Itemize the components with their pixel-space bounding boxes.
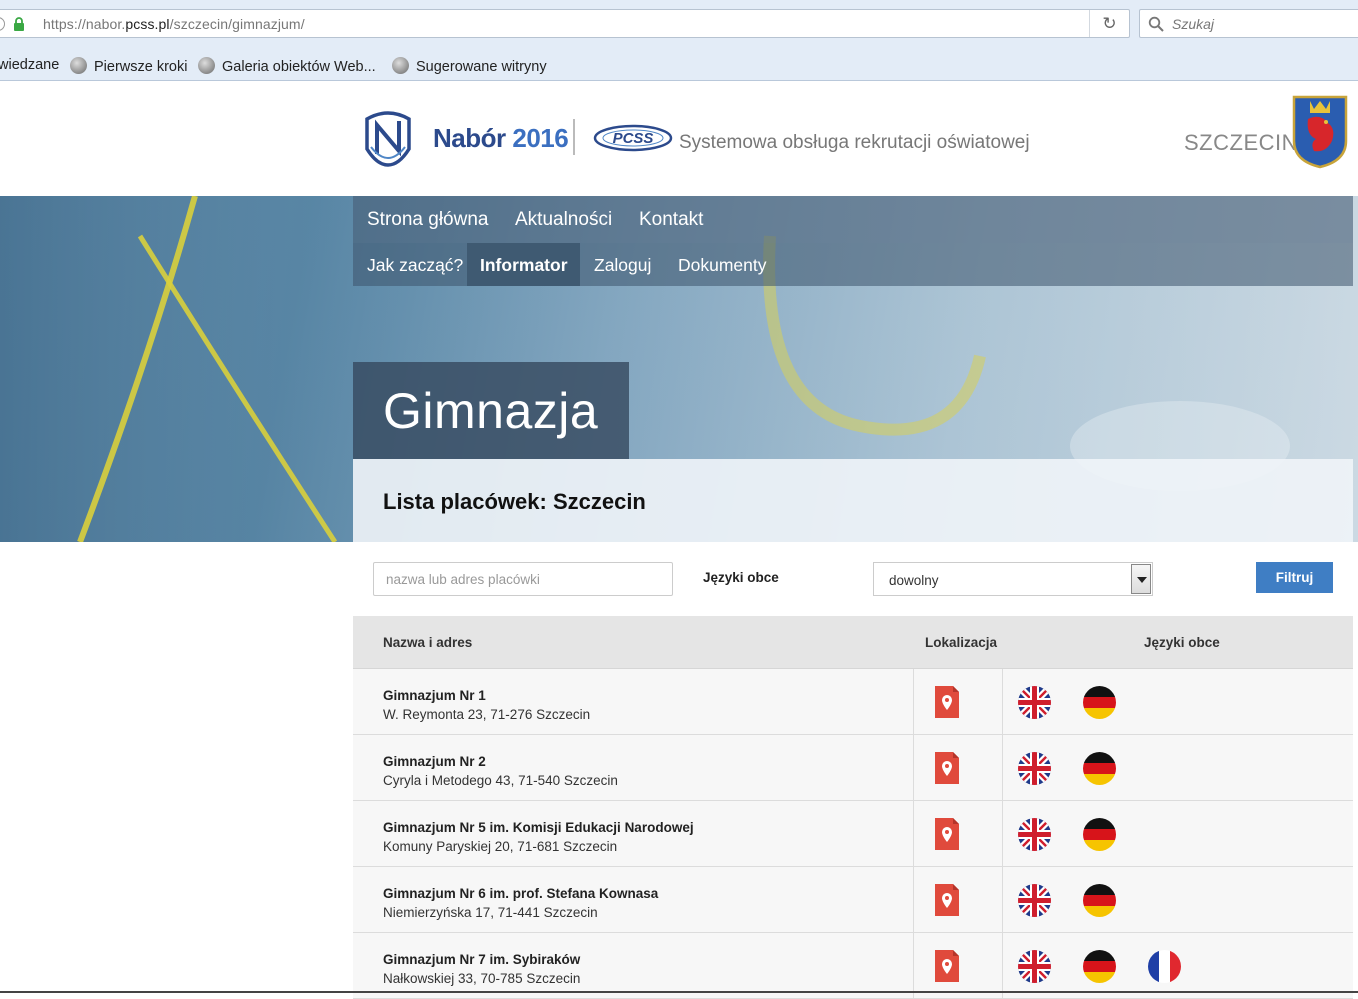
table-row[interactable]: Gimnazjum Nr 6 im. prof. Stefana Kownasa… [353, 867, 1353, 933]
nav-informator[interactable]: Informator [480, 255, 568, 276]
nav-contact[interactable]: Kontakt [639, 209, 703, 231]
school-cell: Gimnazjum Nr 1 W. Reymonta 23, 71-276 Sz… [383, 688, 590, 722]
column-languages: Języki obce [1144, 635, 1220, 650]
location-cell [913, 735, 1003, 800]
school-cell: Gimnazjum Nr 7 im. Sybiraków Nałkowskiej… [383, 952, 580, 986]
school-cell: Gimnazjum Nr 2 Cyryla i Metodego 43, 71-… [383, 754, 618, 788]
location-cell [913, 867, 1003, 932]
table-body: Gimnazjum Nr 1 W. Reymonta 23, 71-276 Sz… [353, 669, 1353, 999]
school-address: Komuny Paryskiej 20, 71-681 Szczecin [383, 839, 618, 854]
chevron-down-icon[interactable] [1131, 564, 1151, 594]
nav-news[interactable]: Aktualności [515, 209, 612, 231]
bookmark-first-steps[interactable]: Pierwsze kroki [70, 57, 187, 75]
map-marker-icon[interactable] [933, 684, 961, 720]
school-address: Cyryla i Metodego 43, 71-540 Szczecin [383, 773, 618, 788]
school-address: Nałkowskiej 33, 70-785 Szczecin [383, 971, 581, 986]
school-name[interactable]: Gimnazjum Nr 6 im. prof. Stefana Kownasa [383, 886, 658, 901]
browser-search-input[interactable]: Szukaj [1139, 9, 1358, 38]
school-cell: Gimnazjum Nr 5 im. Komisji Edukacji Naro… [383, 820, 694, 854]
table-row[interactable]: Gimnazjum Nr 5 im. Komisji Edukacji Naro… [353, 801, 1353, 867]
hero-banner: Strona główna Aktualności Kontakt Jak za… [0, 196, 1358, 542]
languages-select-value: dowolny [889, 573, 939, 588]
column-location: Lokalizacja [925, 635, 998, 650]
globe-icon [198, 57, 215, 74]
table-header: Nazwa i adres Lokalizacja Języki obce [353, 616, 1353, 669]
school-cell: Gimnazjum Nr 6 im. prof. Stefana Kownasa… [383, 886, 658, 920]
english-flag-icon [1018, 884, 1051, 917]
filter-button[interactable]: Filtruj [1256, 562, 1333, 593]
table-row[interactable]: Gimnazjum Nr 1 W. Reymonta 23, 71-276 Sz… [353, 669, 1353, 735]
pcss-logo-icon[interactable]: PCSS [592, 122, 674, 154]
location-cell [913, 933, 1003, 998]
sub-nav: Jak zacząć? Informator Zaloguj Dokumenty [353, 243, 1353, 286]
german-flag-icon [1083, 752, 1116, 785]
system-tagline: Systemowa obsługa rekrutacji oświatowej [679, 132, 1030, 153]
nav-home[interactable]: Strona główna [367, 209, 488, 231]
list-title: Lista placówek: Szczecin [383, 489, 646, 514]
school-name[interactable]: Gimnazjum Nr 5 im. Komisji Edukacji Naro… [383, 820, 694, 835]
list-title-box: Lista placówek: Szczecin [353, 459, 1353, 542]
site-info-icon[interactable] [0, 17, 5, 31]
table-row[interactable]: Gimnazjum Nr 7 im. Sybiraków Nałkowskiej… [353, 933, 1353, 999]
french-flag-icon [1148, 950, 1181, 983]
english-flag-icon [1018, 752, 1051, 785]
school-address: W. Reymonta 23, 71-276 Szczecin [383, 707, 591, 722]
map-marker-icon[interactable] [933, 816, 961, 852]
bookmark-suggested-sites[interactable]: Sugerowane witryny [392, 57, 547, 75]
german-flag-icon [1083, 818, 1116, 851]
school-name[interactable]: Gimnazjum Nr 2 [383, 754, 618, 769]
site-header: Nabór 2016 PCSS Systemowa obsługa rekrut… [0, 81, 1358, 196]
bookmark-web-gallery[interactable]: Galeria obiektów Web... [198, 57, 376, 75]
location-cell [913, 669, 1003, 734]
globe-icon [392, 57, 409, 74]
globe-icon [70, 57, 87, 74]
brand-title: Nabór 2016 [433, 123, 569, 153]
search-icon [1148, 16, 1164, 32]
main-nav: Strona główna Aktualności Kontakt [353, 196, 1353, 243]
school-address: Niemierzyńska 17, 71-441 Szczecin [383, 905, 598, 920]
english-flag-icon [1018, 686, 1051, 719]
languages-filter-label: Języki obce [703, 570, 779, 585]
page-title-box: Gimnazja [353, 362, 629, 459]
nabor-logo-icon[interactable] [363, 109, 413, 167]
address-bar[interactable]: https://nabor.pcss.pl/szczecin/gimnazjum… [0, 9, 1130, 38]
school-name[interactable]: Gimnazjum Nr 7 im. Sybiraków [383, 952, 580, 967]
city-name: SZCZECIN [1184, 130, 1298, 155]
column-name-address: Nazwa i adres [383, 635, 473, 650]
bookmark-most-visited[interactable]: wiedzane [0, 57, 59, 73]
map-marker-icon[interactable] [933, 882, 961, 918]
location-cell [913, 801, 1003, 866]
url-text: https://nabor.pcss.pl/szczecin/gimnazjum… [43, 16, 305, 32]
english-flag-icon [1018, 950, 1051, 983]
german-flag-icon [1083, 686, 1116, 719]
nav-documents[interactable]: Dokumenty [678, 255, 767, 276]
map-marker-icon[interactable] [933, 750, 961, 786]
map-marker-icon[interactable] [933, 948, 961, 984]
school-search-placeholder: nazwa lub adres placówki [386, 572, 540, 587]
browser-search-placeholder: Szukaj [1172, 16, 1215, 32]
school-search-input[interactable]: nazwa lub adres placówki [373, 562, 673, 596]
german-flag-icon [1083, 950, 1116, 983]
header-divider [573, 119, 575, 155]
page-title: Gimnazja [383, 383, 599, 439]
nav-how-to-start[interactable]: Jak zacząć? [367, 255, 463, 276]
school-name[interactable]: Gimnazjum Nr 1 [383, 688, 590, 703]
schools-table: Nazwa i adres Lokalizacja Języki obce Gi… [353, 616, 1353, 999]
english-flag-icon [1018, 818, 1051, 851]
german-flag-icon [1083, 884, 1116, 917]
nav-login[interactable]: Zaloguj [594, 255, 651, 276]
pcss-logo-text: PCSS [613, 130, 654, 147]
table-row[interactable]: Gimnazjum Nr 2 Cyryla i Metodego 43, 71-… [353, 735, 1353, 801]
lock-icon [14, 17, 24, 31]
reload-icon[interactable]: ↻ [1089, 10, 1129, 37]
browser-chrome: https://nabor.pcss.pl/szczecin/gimnazjum… [0, 0, 1358, 81]
languages-select[interactable]: dowolny [873, 562, 1153, 596]
szczecin-crest-icon [1292, 95, 1348, 169]
